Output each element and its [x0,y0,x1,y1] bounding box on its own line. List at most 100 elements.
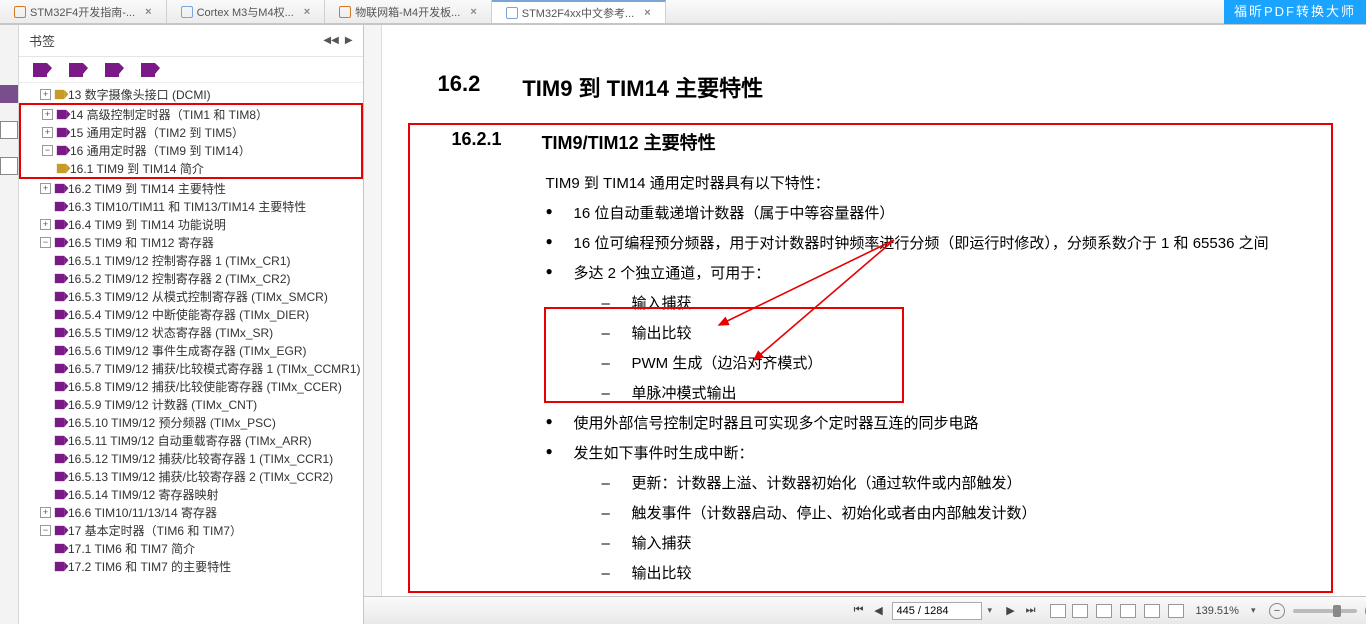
close-icon[interactable]: × [644,7,650,19]
view-cover-icon[interactable] [1168,604,1184,618]
tree-expander-icon[interactable]: + [40,507,51,518]
tree-node[interactable]: +14 高级控制定时器（TIM1 和 TIM8） [21,105,361,123]
close-icon[interactable]: × [470,6,476,18]
flag-icon[interactable] [69,63,83,77]
tree-expander-icon[interactable]: − [42,145,53,156]
bookmark-icon [57,127,66,136]
tree-node[interactable]: +16.2 TIM9 到 TIM14 主要特性 [19,179,363,197]
tool-icon[interactable] [1072,604,1088,618]
tree-expander-icon[interactable]: + [42,127,53,138]
tree-node[interactable]: 16.5.11 TIM9/12 自动重载寄存器 (TIMx_ARR) [19,431,363,449]
tree-node[interactable]: +16.4 TIM9 到 TIM14 功能说明 [19,215,363,233]
tree-expander-icon[interactable]: − [40,525,51,536]
document-tab[interactable]: Cortex M3与M4权...× [167,0,326,23]
document-tab[interactable]: STM32F4xx中文参考...× [492,0,666,23]
tool-icon[interactable] [1050,604,1066,618]
tree-node[interactable]: −16 通用定时器（TIM9 到 TIM14） [21,141,361,159]
last-page-icon[interactable]: ⏭ [1024,604,1038,618]
tree-node[interactable]: 16.5.3 TIM9/12 从模式控制寄存器 (TIMx_SMCR) [19,287,363,305]
zoom-slider-knob[interactable] [1333,605,1341,617]
collapse-left-icon[interactable]: ◀◀ [323,35,338,46]
bookmark-tool-icon[interactable] [0,85,18,103]
tree-label: 17 基本定时器（TIM6 和 TIM7） [68,522,242,539]
tree-node[interactable]: 16.5.12 TIM9/12 捕获/比较寄存器 1 (TIMx_CCR1) [19,449,363,467]
bookmark-icon [55,471,64,480]
page-thumb-icon[interactable] [0,121,18,139]
comment-tool-icon[interactable] [0,157,18,175]
tree-node[interactable]: 16.5.7 TIM9/12 捕获/比较模式寄存器 1 (TIMx_CCMR1) [19,359,363,377]
tree-label: 13 数字摄像头接口 (DCMI) [68,86,211,103]
tree-node[interactable]: 16.5.6 TIM9/12 事件生成寄存器 (TIMx_EGR) [19,341,363,359]
tree-node[interactable]: 16.5.9 TIM9/12 计数器 (TIMx_CNT) [19,395,363,413]
close-icon[interactable]: × [304,6,310,18]
flag-icon[interactable] [33,63,47,77]
pdf-file-icon [181,6,193,18]
tree-node[interactable]: 16.5.5 TIM9/12 状态寄存器 (TIMx_SR) [19,323,363,341]
zoom-slider[interactable] [1293,609,1357,613]
tree-node[interactable]: +15 通用定时器（TIM2 到 TIM5） [21,123,361,141]
view-continuous-icon[interactable] [1120,604,1136,618]
tree-node[interactable]: 16.5.8 TIM9/12 捕获/比较使能寄存器 (TIMx_CCER) [19,377,363,395]
tree-expander-icon[interactable]: + [42,109,53,120]
bookmark-icon [55,327,64,336]
tree-node[interactable]: +16.6 TIM10/11/13/14 寄存器 [19,503,363,521]
flag-icon[interactable] [105,63,119,77]
tree-node[interactable]: 17.2 TIM6 和 TIM7 的主要特性 [19,557,363,575]
tree-node[interactable]: 16.5.2 TIM9/12 控制寄存器 2 (TIMx_CR2) [19,269,363,287]
document-tabs: STM32F4开发指南-...×Cortex M3与M4权...×物联网箱-M4… [0,0,1366,24]
tree-node[interactable]: − 16.5 TIM9 和 TIM12 寄存器 [19,233,363,251]
tree-expander-icon[interactable]: + [40,219,51,230]
tree-node[interactable]: 16.5.14 TIM9/12 寄存器映射 [19,485,363,503]
tree-node[interactable]: − 17 基本定时器（TIM6 和 TIM7） [19,521,363,539]
expand-icon[interactable]: ▶ [345,35,353,46]
zoom-dropdown-icon[interactable]: ▾ [1251,605,1261,616]
tree-label: 16.3 TIM10/TIM11 和 TIM13/TIM14 主要特性 [68,198,306,215]
tree-label: 16.4 TIM9 到 TIM14 功能说明 [68,216,226,233]
dash-item: 输入捕获 [602,529,1315,559]
first-page-icon[interactable]: ⏮ [852,604,866,618]
bookmark-icon [55,561,64,570]
tree-label: 16.5 TIM9 和 TIM12 寄存器 [68,234,214,251]
annotation-red-box-small [544,307,904,403]
prev-page-icon[interactable]: ◀ [872,604,886,618]
page-dropdown-icon[interactable]: ▾ [988,605,998,616]
view-facing-icon[interactable] [1144,604,1160,618]
tree-node[interactable]: 16.5.4 TIM9/12 中断使能寄存器 (TIMx_DIER) [19,305,363,323]
tree-label: 15 通用定时器（TIM2 到 TIM5） [70,124,244,141]
promo-banner[interactable]: 福昕PDF转换大师 [1224,0,1366,24]
dash-item: 触发事件（计数器启动、停止、初始化或者由内部触发计数） [602,499,1315,529]
zoom-out-icon[interactable]: − [1269,603,1285,619]
tree-node[interactable]: 16.5.13 TIM9/12 捕获/比较寄存器 2 (TIMx_CCR2) [19,467,363,485]
tree-label: 17.1 TIM6 和 TIM7 简介 [68,540,195,557]
tree-label: 16.5.10 TIM9/12 预分频器 (TIMx_PSC) [68,414,276,431]
bookmark-icon [55,435,64,444]
tree-node[interactable]: 17.1 TIM6 和 TIM7 简介 [19,539,363,557]
bullet-item: 16 位可编程预分频器，用于对计数器时钟频率进行分频（即运行时修改），分频系数介… [546,229,1315,259]
tree-expander-icon[interactable]: − [40,237,51,248]
flag-icon[interactable] [141,63,155,77]
tab-label: STM32F4开发指南-... [30,4,135,20]
tree-label: 16.5.3 TIM9/12 从模式控制寄存器 (TIMx_SMCR) [68,288,328,305]
bookmark-sidebar: 书签 ◀◀ ▶ +13 数字摄像头接口 (DCMI) +14 高级控制定时器（TI… [19,25,364,624]
tree-node[interactable]: 16.1 TIM9 到 TIM14 简介 [21,159,361,177]
sidebar-header: 书签 ◀◀ ▶ [19,25,363,57]
close-icon[interactable]: × [145,6,151,18]
tree-node[interactable]: +13 数字摄像头接口 (DCMI) [19,85,363,103]
tree-label: 16.5.8 TIM9/12 捕获/比较使能寄存器 (TIMx_CCER) [68,378,342,395]
view-single-icon[interactable] [1096,604,1112,618]
tree-label: 16.5.11 TIM9/12 自动重载寄存器 (TIMx_ARR) [68,432,312,449]
tree-expander-icon[interactable]: + [40,183,51,194]
bookmark-icon [55,219,64,228]
doc-scroll[interactable]: 16.2 TIM9 到 TIM14 主要特性 16.2.1 TIM9/TIM12… [382,25,1366,596]
document-tab[interactable]: 物联网箱-M4开发板...× [325,0,492,23]
tree-expander-icon[interactable]: + [40,89,51,100]
next-page-icon[interactable]: ▶ [1004,604,1018,618]
bullet-item: 使用外部信号控制定时器且可实现多个定时器互连的同步电路 [546,409,1315,439]
page-input[interactable] [892,602,982,620]
tree-node[interactable]: 16.3 TIM10/TIM11 和 TIM13/TIM14 主要特性 [19,197,363,215]
tree-node[interactable]: 16.5.1 TIM9/12 控制寄存器 1 (TIMx_CR1) [19,251,363,269]
tree-label: 16.2 TIM9 到 TIM14 主要特性 [68,180,226,197]
tree-node[interactable]: 16.5.10 TIM9/12 预分频器 (TIMx_PSC) [19,413,363,431]
document-tab[interactable]: STM32F4开发指南-... × [0,0,167,23]
sidebar-header-tools[interactable]: ◀◀ ▶ [323,35,352,46]
